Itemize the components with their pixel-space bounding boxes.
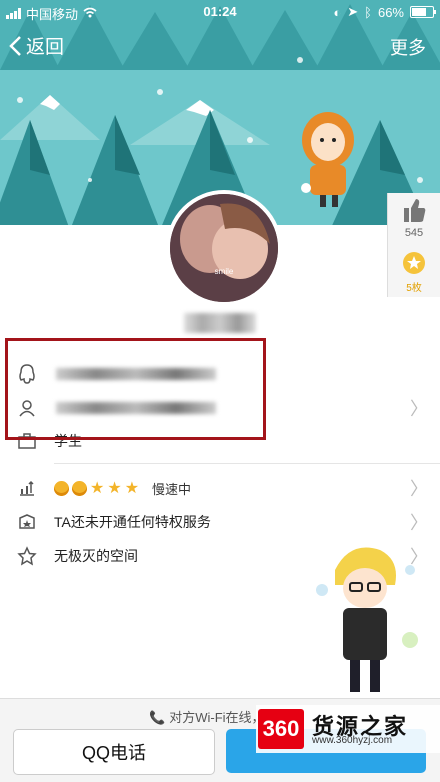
- crown-icon: [72, 480, 87, 496]
- battery-icon: [410, 6, 436, 18]
- avatar-photo: [170, 194, 278, 302]
- qzone-label: 无极灭的空间: [54, 548, 138, 564]
- nav-bar: 返回 更多: [0, 24, 440, 68]
- watermark-logo: 360: [258, 709, 304, 749]
- bluetooth-icon: ᛒ: [364, 4, 372, 20]
- level-status: 慢速中: [152, 481, 192, 497]
- star-icon: ★: [90, 479, 105, 497]
- qq-call-button[interactable]: QQ电话: [13, 729, 215, 775]
- watermark-url: www.360hyzj.com: [312, 735, 393, 746]
- level-row[interactable]: ★ ★ ★ 慢速中 〉: [0, 471, 440, 505]
- level-badges: ★ ★ ★: [54, 479, 140, 497]
- like-panel[interactable]: 545 5枚: [387, 193, 440, 297]
- battery-percent: 66%: [377, 4, 404, 20]
- back-label: 返回: [26, 37, 65, 58]
- privilege-row[interactable]: TA还未开通任何特权服务 〉: [0, 505, 440, 539]
- chevron-left-icon: [9, 35, 21, 56]
- avatar[interactable]: smile: [166, 190, 282, 306]
- more-button[interactable]: 更多: [390, 34, 426, 60]
- level-chart-icon: [16, 477, 38, 499]
- section-divider: [54, 463, 440, 464]
- watermark: 360 货源之家 www.360hyzj.com: [256, 705, 440, 753]
- cartoon-character: [316, 547, 418, 692]
- chevron-right-icon: 〉: [410, 513, 428, 533]
- status-bar: 中国移动 01:24 ◐ ➤ ᛒ 66%: [0, 0, 440, 24]
- star-outline-icon: [16, 545, 38, 567]
- thumbs-up-icon: [404, 199, 426, 222]
- avatar-caption: smile: [214, 267, 234, 276]
- like-count: 545: [404, 227, 424, 239]
- star-icon: ★: [107, 479, 122, 497]
- chevron-right-icon: 〉: [410, 399, 428, 419]
- badge-star-icon: [403, 252, 425, 274]
- badge-count: 5枚: [406, 283, 422, 294]
- back-button[interactable]: 返回: [8, 32, 64, 59]
- location-icon: ➤: [347, 4, 359, 19]
- privilege-icon: [16, 511, 38, 533]
- phone-icon: 📞: [149, 710, 166, 725]
- lock-rotation-icon: ◐: [333, 4, 342, 20]
- chevron-right-icon: 〉: [410, 479, 428, 499]
- crown-icon: [54, 480, 69, 496]
- star-icon: ★: [124, 479, 140, 497]
- privilege-label: TA还未开通任何特权服务: [54, 514, 211, 530]
- highlight-annotation: [5, 338, 266, 440]
- nickname-redacted: [184, 313, 256, 333]
